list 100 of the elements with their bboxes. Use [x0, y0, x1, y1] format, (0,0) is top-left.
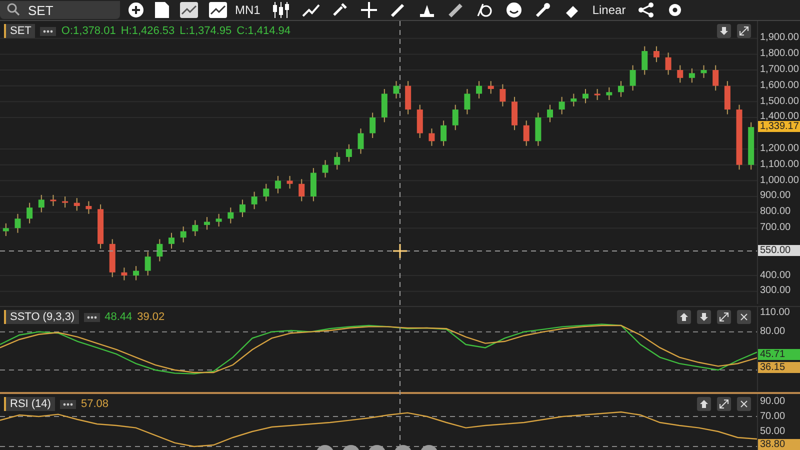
candlestick [393, 80, 400, 99]
value-marker: 38.80 [758, 439, 800, 450]
candlestick [381, 88, 388, 123]
candlestick-icon[interactable] [271, 2, 292, 18]
shapes-icon[interactable] [476, 2, 494, 18]
candlestick [286, 175, 293, 190]
value-marker: 45.71 [758, 349, 800, 360]
axis-label: 300.00 [760, 285, 791, 296]
axis-label: 400.00 [760, 270, 791, 281]
candlestick [109, 238, 116, 278]
share-icon[interactable] [636, 2, 655, 18]
smiley-icon[interactable] [505, 2, 524, 18]
candlestick [239, 199, 246, 218]
candlestick [606, 86, 612, 101]
candlestick [547, 104, 553, 123]
candlestick [594, 88, 600, 101]
candlestick [14, 213, 21, 234]
indicator-label[interactable]: RSI (14) [4, 397, 55, 411]
axis-label: 1,100.00 [760, 158, 799, 170]
candlestick [512, 96, 518, 131]
candlestick [582, 88, 588, 104]
candlestick [121, 267, 128, 281]
candlestick [688, 68, 695, 84]
candlestick [322, 160, 328, 178]
move-down-icon[interactable] [697, 310, 711, 324]
candlestick [346, 144, 352, 162]
candlestick [334, 152, 340, 170]
period-dropdown[interactable]: MN1 [235, 3, 260, 17]
axis-label: 1,000.00 [760, 174, 799, 186]
crosshair-icon[interactable] [360, 2, 378, 18]
crosshair-price-marker: 550.00 [758, 245, 800, 256]
candlestick [310, 168, 316, 202]
scale-dropdown[interactable]: Linear [592, 3, 626, 17]
axis-label: 1,700.00 [760, 64, 799, 75]
candlestick [488, 80, 494, 94]
more-button[interactable] [60, 400, 76, 408]
more-button[interactable] [84, 312, 100, 322]
candlestick [440, 120, 447, 146]
candlestick [500, 84, 506, 107]
candlestick [216, 213, 222, 228]
value-marker: 36.15 [758, 362, 800, 373]
close-value: C:1,414.94 [236, 25, 290, 37]
trend-icon[interactable] [302, 2, 320, 18]
close-icon[interactable] [737, 310, 751, 324]
candlestick [748, 122, 754, 170]
axis-label: 80.00 [760, 326, 786, 337]
candlestick [736, 104, 742, 170]
candlestick [98, 204, 104, 250]
axis-label: 50.00 [760, 426, 786, 436]
symbol-label[interactable]: SET [4, 24, 36, 38]
move-up-icon[interactable] [697, 397, 711, 411]
candlestick [370, 112, 376, 138]
candlestick [464, 88, 470, 115]
axis-label: 1,200.00 [760, 143, 799, 154]
ellipsis-icon [62, 402, 73, 406]
candlestick [700, 64, 707, 78]
indicator-value: 39.02 [137, 311, 165, 323]
candlestick [274, 175, 281, 194]
candlestick [228, 207, 234, 224]
candlestick [428, 128, 435, 146]
candlestick [712, 64, 719, 92]
candlestick [2, 222, 9, 237]
close-icon[interactable] [737, 397, 751, 411]
axis-label: 800.00 [760, 206, 791, 218]
axis-label: 1,800.00 [760, 48, 799, 60]
add-icon[interactable] [128, 2, 144, 18]
candlestick [665, 52, 672, 76]
line-chart-icon[interactable] [209, 2, 227, 18]
maximize-icon[interactable] [717, 310, 731, 324]
axis-label: 70.00 [760, 410, 786, 422]
axis-label: 900.00 [760, 190, 791, 202]
search-field[interactable]: SET [0, 1, 120, 19]
axis-label: 90.00 [760, 396, 786, 406]
maximize-icon[interactable] [737, 24, 751, 38]
candlestick [405, 80, 412, 115]
move-up-icon[interactable] [677, 310, 691, 324]
maximize-icon[interactable] [717, 397, 731, 411]
candlestick [570, 93, 577, 107]
open-value: O:1,378.01 [61, 25, 116, 37]
more-button[interactable] [40, 26, 56, 36]
candlestick [156, 238, 163, 262]
candlestick [62, 196, 68, 208]
document-icon[interactable] [155, 2, 169, 18]
candlestick [192, 220, 198, 237]
move-down-icon[interactable] [717, 24, 731, 38]
candlestick [263, 183, 270, 202]
candlestick [452, 104, 458, 131]
candlestick [74, 198, 80, 212]
last-price-marker: 1,339.17 [758, 121, 800, 132]
indicator-label[interactable]: SSTO (9,3,3) [4, 310, 79, 324]
candlestick [523, 120, 530, 146]
high-value: H:1,426.53 [120, 25, 175, 37]
indicator-value: 57.08 [80, 398, 108, 410]
axis-label: 1,400.00 [760, 111, 799, 122]
candlestick [630, 64, 636, 92]
candlestick [618, 80, 624, 98]
search-icon [6, 3, 20, 17]
candlestick [50, 194, 56, 206]
line-chart-icon[interactable] [180, 2, 198, 18]
candlestick [535, 112, 542, 146]
